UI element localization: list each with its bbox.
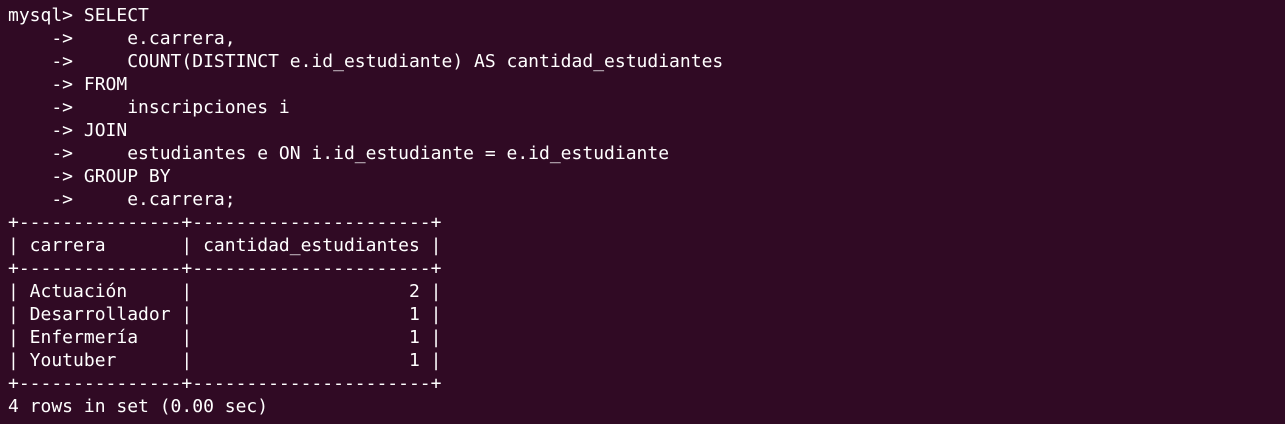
- query-line-5: -> inscripciones i: [8, 97, 290, 118]
- query-line-2: -> e.carrera,: [8, 28, 236, 49]
- result-summary: 4 rows in set (0.00 sec): [8, 396, 269, 417]
- mysql-prompt: mysql>: [8, 5, 84, 26]
- table-header-row: | carrera | cantidad_estudiantes |: [8, 235, 442, 256]
- table-row: | Enfermería | 1 |: [8, 327, 442, 348]
- query-line-9: -> e.carrera;: [8, 189, 236, 210]
- terminal-window[interactable]: mysql> SELECT -> e.carrera, -> COUNT(DIS…: [0, 0, 1285, 424]
- query-line-8: -> GROUP BY: [8, 166, 171, 187]
- table-row: | Desarrollador | 1 |: [8, 304, 442, 325]
- table-row: | Youtuber | 1 |: [8, 350, 442, 371]
- table-border-header: +---------------+----------------------+: [8, 258, 442, 279]
- query-text: SELECT: [83, 5, 149, 26]
- table-row: | Actuación | 2 |: [8, 281, 442, 302]
- table-border-bottom: +---------------+----------------------+: [8, 373, 442, 394]
- query-line-1: mysql> SELECT: [8, 4, 1285, 27]
- table-border-top: +---------------+----------------------+: [8, 212, 442, 233]
- query-line-7: -> estudiantes e ON i.id_estudiante = e.…: [8, 143, 670, 164]
- query-line-4: -> FROM: [8, 74, 128, 95]
- query-line-3: -> COUNT(DISTINCT e.id_estudiante) AS ca…: [8, 51, 724, 72]
- query-line-6: -> JOIN: [8, 120, 128, 141]
